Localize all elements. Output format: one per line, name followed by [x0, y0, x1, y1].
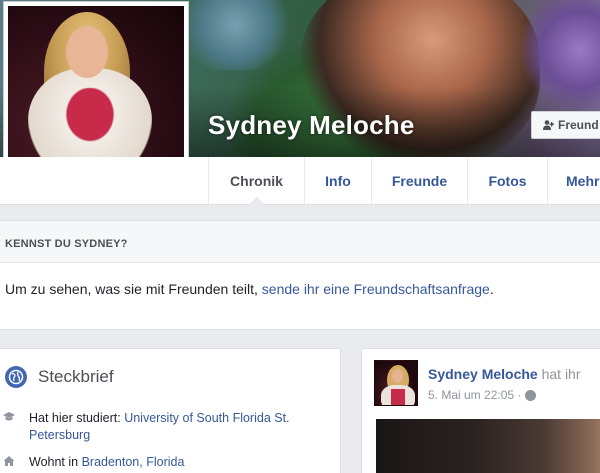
post-author-link[interactable]: Sydney Meloche	[428, 366, 538, 382]
tab-label: Info	[325, 172, 351, 189]
profile-nav: Chronik Info Freunde Fotos Mehr	[0, 157, 600, 205]
tab-info[interactable]: Info	[304, 157, 371, 204]
info-row-education: Hat hier studiert: University of South F…	[0, 410, 330, 444]
tab-fotos[interactable]: Fotos	[467, 157, 547, 204]
info-text: Wohnt in Bradenton, Florida	[29, 454, 329, 471]
intro-title: Steckbrief	[38, 367, 114, 386]
send-friend-request-link[interactable]: sende ihr eine Freundschaftsanfrage	[262, 281, 490, 297]
globe-icon	[525, 389, 537, 401]
post-action-text: hat ihr	[537, 366, 581, 382]
friend-prompt-heading: KENNST DU SYDNEY?	[0, 221, 600, 263]
add-friend-label: Freund	[558, 118, 599, 132]
post-image[interactable]	[376, 419, 600, 473]
friend-prompt-box: KENNST DU SYDNEY? Um zu sehen, was sie m…	[0, 220, 600, 330]
tab-freunde[interactable]: Freunde	[371, 157, 467, 204]
friend-prompt-suffix: .	[489, 281, 494, 297]
hometown-link[interactable]: Bradenton, Florida	[82, 455, 185, 469]
post-author: Sydney Meloche hat ihr	[428, 366, 581, 382]
avatar-detail	[392, 369, 403, 383]
profile-photo	[8, 6, 184, 180]
post-timestamp[interactable]: 5. Mai um 22:05 ·	[428, 388, 521, 402]
intro-card: Steckbrief Hat hier studiert: University…	[0, 348, 341, 473]
tab-mehr[interactable]: Mehr	[547, 157, 600, 204]
avatar-detail	[391, 389, 405, 405]
tab-label: Chronik	[230, 172, 283, 189]
info-prefix: Hat hier studiert:	[29, 411, 125, 425]
timeline-post: Sydney Meloche hat ihr 5. Mai um 22:05 ·	[361, 348, 600, 473]
tab-label: Freunde	[391, 172, 448, 189]
info-text: Hat hier studiert: University of South F…	[29, 410, 329, 444]
education-icon	[3, 412, 15, 421]
globe-icon	[5, 366, 27, 388]
add-friend-button[interactable]: Freund	[531, 111, 600, 139]
tab-label: Mehr	[566, 172, 600, 189]
home-icon	[3, 456, 15, 466]
profile-name[interactable]: Sydney Meloche	[208, 110, 415, 141]
tab-chronik[interactable]: Chronik	[208, 157, 304, 205]
info-prefix: Wohnt in	[29, 455, 82, 469]
friend-prompt-text: Um zu sehen, was sie mit Freunden teilt,…	[0, 263, 600, 297]
friend-prompt-prefix: Um zu sehen, was sie mit Freunden teilt,	[5, 281, 262, 297]
active-tab-caret	[248, 197, 265, 205]
post-meta: 5. Mai um 22:05 ·	[428, 388, 537, 402]
info-row-residence: Wohnt in Bradenton, Florida	[0, 454, 330, 471]
tab-label: Fotos	[488, 172, 527, 189]
add-friend-icon	[543, 120, 554, 130]
post-author-avatar[interactable]	[374, 360, 418, 406]
photo-detail	[66, 26, 108, 78]
